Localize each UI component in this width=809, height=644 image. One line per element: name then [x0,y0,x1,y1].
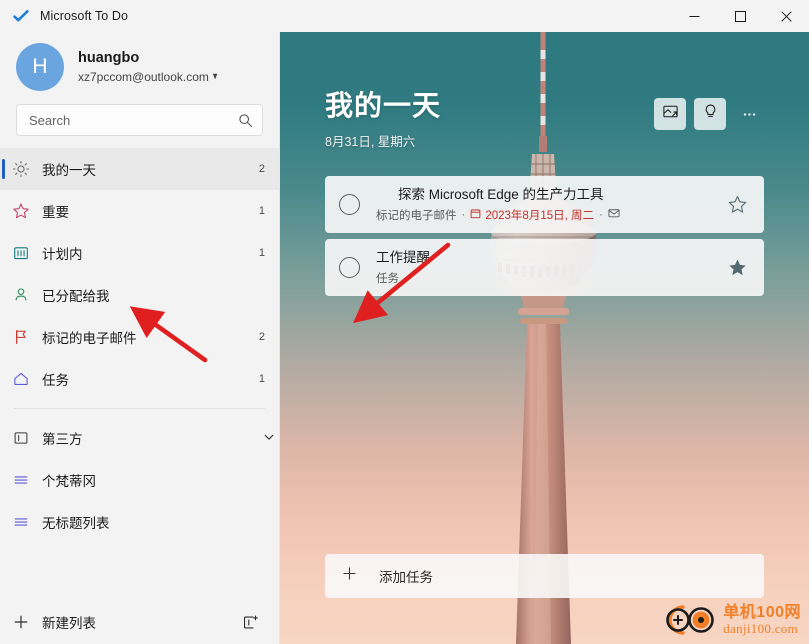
search-box[interactable] [16,104,263,136]
sidebar: H huangbo xz7pccom@outlook.com ▾ Search … [0,32,280,644]
header-actions [654,84,764,130]
sidebar-item-important[interactable]: 重要 1 [0,190,279,232]
sidebar-item-tasks[interactable]: 任务 1 [0,358,279,400]
more-options-button[interactable] [734,98,764,130]
task-due-text: 2023年8月15日, 周二 [485,209,595,222]
sidebar-list-label: 无标题列表 [42,516,110,531]
app-logo-check-icon [10,5,32,27]
task-source: 标记的电子邮件 [376,209,457,222]
account-email: xz7pccom@outlook.com [78,69,209,84]
avatar: H [16,43,64,91]
window-body: H huangbo xz7pccom@outlook.com ▾ Search … [0,32,809,644]
search-icon[interactable] [238,113,253,128]
meta-separator: · [599,208,603,221]
sidebar-item-label: 已分配给我 [42,289,110,304]
meta-separator: · [461,208,466,221]
account-name: huangbo [78,50,140,67]
sidebar-item-label: 计划内 [42,247,83,262]
sidebar-item-label: 标记的电子邮件 [42,331,137,346]
account-text: huangbo xz7pccom@outlook.com ▾ [78,49,217,84]
sidebar-list-untitled[interactable]: 无标题列表 [0,501,279,543]
todo-app-window: Microsoft To Do H huangbo xz7pccom@outlo… [0,0,809,644]
sidebar-item-count: 1 [258,205,265,217]
envelope-icon [608,207,620,222]
chevron-down-icon[interactable] [263,431,279,446]
task-title: 探索 Microsoft Edge 的生产力工具 [398,187,604,203]
sidebar-item-flagged-email[interactable]: 标记的电子邮件 2 [0,316,279,358]
main-header: 我的一天 8月31日, 星期六 [325,32,764,150]
account-email-row: xz7pccom@outlook.com ▾ [78,70,217,85]
group-icon [0,430,42,446]
sidebar-item-count: 2 [258,163,265,175]
close-button[interactable] [763,0,809,32]
search-container [0,104,279,146]
account-row[interactable]: H huangbo xz7pccom@outlook.com ▾ [0,32,279,104]
flag-icon [0,328,42,346]
sidebar-item-count: 1 [258,247,265,259]
circle-unchecked-icon[interactable] [339,257,360,278]
theme-background-icon [662,103,679,125]
task-meta: 任务 [376,270,727,286]
star-filled-icon[interactable] [727,257,748,278]
list-icon [0,471,42,489]
sidebar-group-third-party[interactable]: 第三方 [0,417,279,459]
add-task-button[interactable]: 添加任务 [325,554,764,598]
sidebar-item-label: 我的一天 [42,163,96,178]
sidebar-list-label: 个梵蒂冈 [42,474,96,489]
circle-unchecked-icon[interactable] [339,194,360,215]
sidebar-item-assigned-to-me[interactable]: 已分配给我 [0,274,279,316]
task-body: 探索 Microsoft Edge 的生产力工具 标记的电子邮件 · 2023年… [376,186,727,223]
header-text-block: 我的一天 8月31日, 星期六 [325,84,654,150]
task-title: 工作提醒 [376,250,430,266]
sidebar-item-my-day[interactable]: 我的一天 2 [0,148,279,190]
main-content: 我的一天 8月31日, 星期六 探索 Microsoft Edge 的生产力工具… [280,32,809,644]
chevron-updown-icon[interactable]: ▾ [213,70,218,84]
window-titlebar: Microsoft To Do [0,0,809,32]
window-title: Microsoft To Do [40,9,129,23]
task-list: 探索 Microsoft Edge 的生产力工具 标记的电子邮件 · 2023年… [325,176,764,302]
minimize-button[interactable] [671,0,717,32]
lightbulb-icon [702,103,719,125]
task-row[interactable]: 工作提醒 任务 [325,239,764,296]
star-outline-icon[interactable] [727,194,748,215]
calendar-icon [470,208,481,222]
nav-list: 我的一天 2 重要 1 计划内 1 已分配给我 标记的电子邮件 2 任务 1 第… [0,146,279,543]
plus-icon[interactable] [0,613,42,631]
sidebar-group-label: 第三方 [42,432,83,447]
page-title: 我的一天 [325,90,442,121]
window-controls [671,0,809,32]
sidebar-footer: 新建列表 [0,600,279,644]
sidebar-divider [14,408,265,409]
new-list-button-label[interactable]: 新建列表 [42,612,235,632]
person-icon [0,286,42,304]
page-date: 8月31日, 星期六 [325,135,416,149]
sidebar-item-label: 任务 [42,373,69,388]
task-due: 2023年8月15日, 周二 [470,207,594,223]
maximize-button[interactable] [717,0,763,32]
background-theme-button[interactable] [654,98,686,130]
sidebar-item-count: 1 [258,373,265,385]
suggestions-button[interactable] [694,98,726,130]
plus-icon [341,565,365,587]
home-icon [0,370,42,388]
calendar-icon [0,244,42,262]
task-meta: 标记的电子邮件 · 2023年8月15日, 周二 · [376,207,727,223]
sidebar-item-planned[interactable]: 计划内 1 [0,232,279,274]
task-source: 任务 [376,272,399,285]
sidebar-item-label: 重要 [42,205,69,220]
search-input[interactable] [29,112,238,128]
star-icon [0,202,42,220]
list-icon [0,513,42,531]
task-body: 工作提醒 任务 [376,249,727,286]
sidebar-item-count: 2 [258,331,265,343]
add-task-label: 添加任务 [379,570,433,585]
sidebar-list-gefandigang[interactable]: 个梵蒂冈 [0,459,279,501]
task-row[interactable]: 探索 Microsoft Edge 的生产力工具 标记的电子邮件 · 2023年… [325,176,764,233]
main-pane: 我的一天 8月31日, 星期六 探索 Microsoft Edge 的生产力工具… [280,32,809,644]
new-group-icon[interactable] [235,607,265,637]
sun-icon [0,160,42,178]
main-spacer [325,302,764,554]
